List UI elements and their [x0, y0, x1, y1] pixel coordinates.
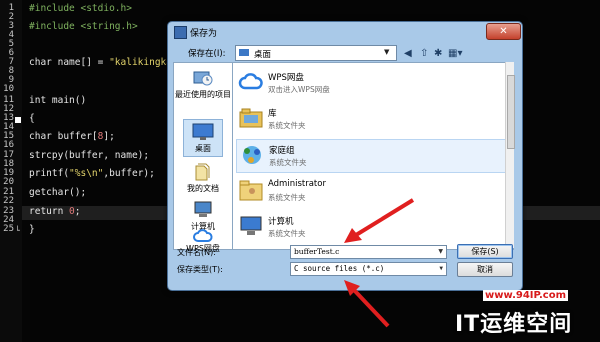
arrow-to-filename [344, 198, 415, 243]
watermark-url: www.94IP.com [483, 290, 569, 301]
watermark-brand: IT运维空间 [455, 312, 573, 337]
arrow-to-filetype [344, 280, 390, 328]
